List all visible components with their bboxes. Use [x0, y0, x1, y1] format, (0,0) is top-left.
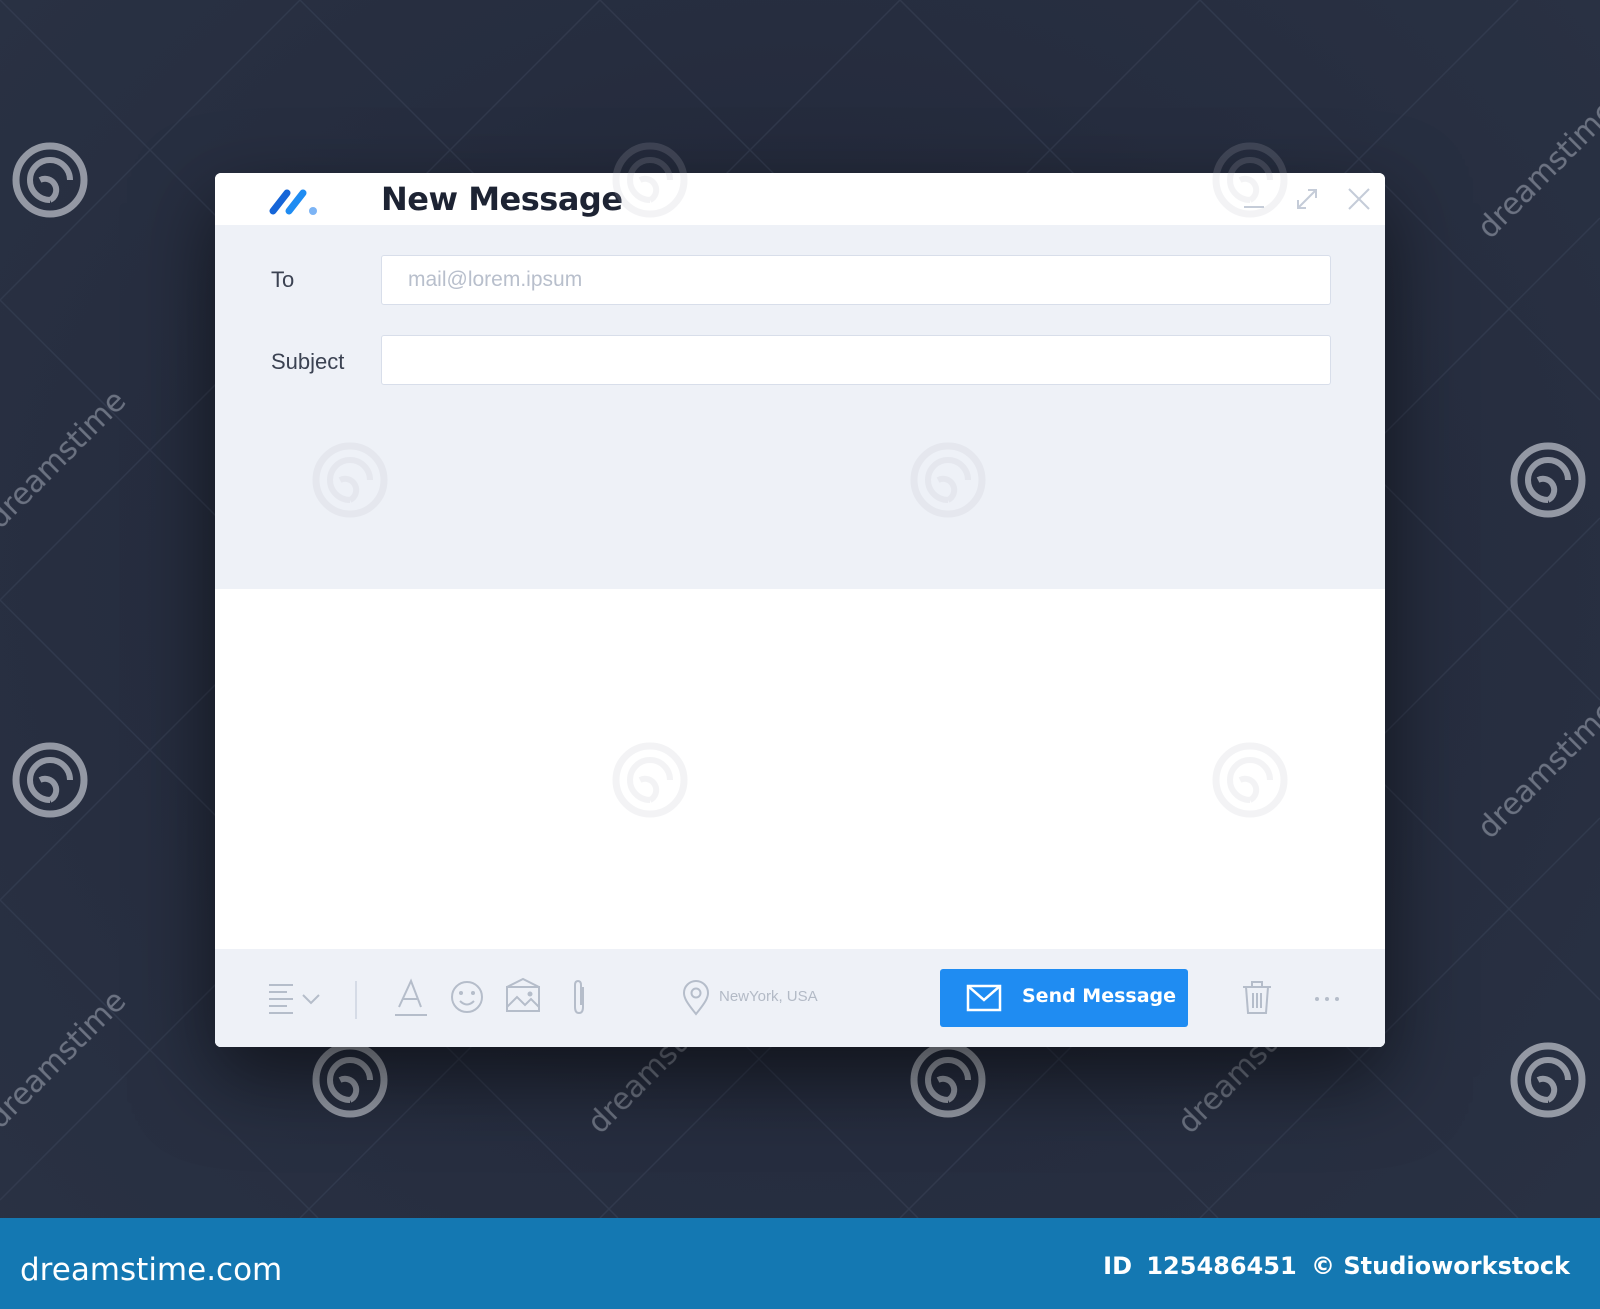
send-message-button[interactable]: Send Message [940, 969, 1188, 1027]
window-title: New Message [381, 180, 623, 218]
brand-logo: dreamstime.com [20, 1252, 283, 1288]
trash-icon[interactable] [1237, 977, 1277, 1021]
minimize-icon[interactable] [1240, 185, 1268, 213]
to-label: To [271, 267, 295, 292]
close-icon[interactable] [1345, 185, 1373, 213]
app-logo-icon [269, 189, 317, 215]
envelope-icon [966, 984, 1002, 1012]
maximize-icon[interactable] [1293, 185, 1321, 213]
subject-label: Subject [271, 349, 345, 374]
recipient-panel: To Subject [215, 225, 1385, 589]
subject-field[interactable] [381, 335, 1331, 385]
attachment-icon[interactable] [559, 975, 599, 1019]
toolbar-divider [355, 981, 357, 1019]
stock-banner: dreamstime.com ID 125486451 © Studiowork… [0, 1218, 1600, 1309]
emoji-icon[interactable] [447, 975, 487, 1019]
send-message-label: Send Message [1022, 985, 1177, 1007]
image-credit: ID 125486451 © Studioworkstock [1097, 1252, 1570, 1280]
compose-window: New Message To Subject [215, 173, 1385, 1047]
copyright-text: © Studioworkstock [1311, 1252, 1570, 1280]
id-value: 125486451 [1146, 1252, 1297, 1280]
title-bar: New Message [215, 173, 1385, 225]
image-icon[interactable] [503, 975, 543, 1019]
align-icon[interactable] [265, 975, 327, 1019]
location-pin-icon [682, 980, 710, 1016]
more-icon[interactable] [1307, 979, 1347, 1023]
to-field[interactable] [381, 255, 1331, 305]
id-label: ID [1103, 1252, 1132, 1280]
compose-toolbar: NewYork, USA Send Message [215, 949, 1385, 1047]
text-format-icon[interactable] [391, 975, 431, 1019]
location-text: NewYork, USA [719, 988, 818, 1005]
